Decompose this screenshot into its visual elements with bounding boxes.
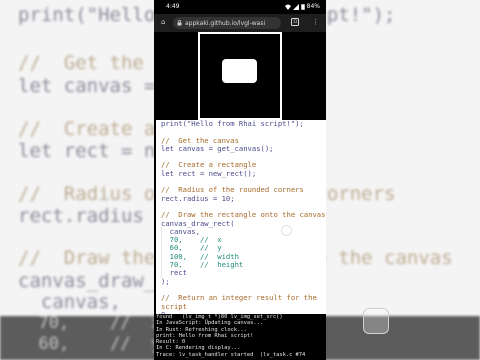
touch-indicator	[281, 225, 292, 236]
code-line: rect.radius = 10;	[161, 193, 235, 203]
code-editor[interactable]: print("Hello from Rhai script!");// Get …	[156, 120, 326, 314]
browser-url-bar: ⌂ appkaki.github.io/lvgl-wasi :D ⋮	[154, 14, 326, 32]
code-line: script	[161, 301, 187, 311]
phone-screen: 4:49 84% ⌂ appkaki.github.io/lvgl-wasi :…	[154, 0, 326, 360]
lock-icon	[177, 20, 182, 26]
code-line: rect	[161, 269, 326, 278]
status-icons: 84%	[284, 3, 320, 10]
bg-code-line: canvas,	[18, 291, 121, 313]
rounded-rectangle	[222, 59, 257, 83]
url-field[interactable]: appkaki.github.io/lvgl-wasi	[173, 17, 281, 29]
code-line: print("Hello from Rhai script!");	[161, 120, 304, 128]
code-line: let rect = new_rect();	[161, 168, 257, 178]
battery-level: 84%	[306, 3, 320, 10]
home-icon[interactable]: ⌂	[161, 19, 165, 26]
url-text: appkaki.github.io/lvgl-wasi	[185, 19, 266, 27]
terminal-output: found (lv_img_t *)80 lv_img_set_src() In …	[154, 314, 326, 360]
wifi-icon	[284, 4, 291, 10]
signal-icon	[292, 3, 299, 10]
code-lines: print("Hello from Rhai script!");// Get …	[156, 120, 326, 314]
video-overlay-button[interactable]	[363, 308, 389, 334]
lvgl-canvas-area	[154, 32, 326, 120]
tabs-icon[interactable]: :D	[291, 18, 299, 26]
status-bar: 4:49 84%	[154, 0, 326, 14]
battery-icon	[300, 3, 305, 10]
code-line: );	[161, 276, 170, 286]
code-line: let canvas = get_canvas();	[161, 143, 274, 153]
terminal-line: Trace: lv_task_handler started (lv_task.…	[156, 351, 306, 358]
bg-code-line: 70, // x	[18, 313, 162, 333]
bg-code-line: 60, // y	[18, 334, 162, 354]
more-icon[interactable]: ⋮	[312, 19, 319, 26]
status-time: 4:49	[166, 3, 180, 10]
